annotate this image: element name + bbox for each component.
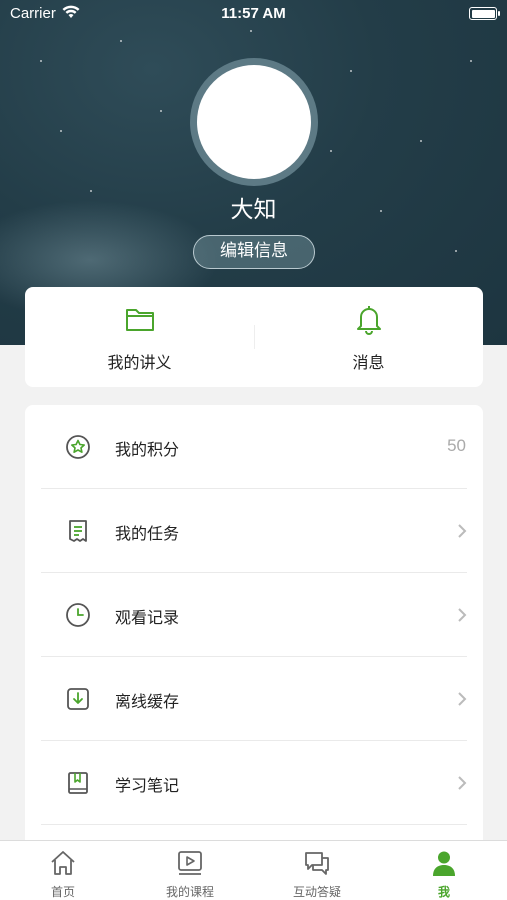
divider xyxy=(41,824,467,825)
person-icon xyxy=(433,851,455,876)
chat-icon xyxy=(305,852,329,875)
tab-label: 我 xyxy=(437,885,450,899)
quick-action-handouts[interactable]: 我的讲义 xyxy=(25,287,254,387)
quick-actions-card: 我的讲义 消息 xyxy=(25,287,483,387)
chevron-right-icon xyxy=(458,692,467,706)
menu-item-notes[interactable]: 学习笔记 xyxy=(41,741,467,825)
battery-icon xyxy=(469,7,500,20)
video-play-icon xyxy=(178,851,202,875)
menu-item-history[interactable]: 观看记录 xyxy=(41,573,467,657)
home-icon xyxy=(51,851,75,875)
tab-qa[interactable]: 互动答疑 xyxy=(254,841,380,900)
folder-icon xyxy=(126,309,154,331)
menu-item-label: 观看记录 xyxy=(115,608,180,627)
menu-item-points[interactable]: 我的积分 50 xyxy=(41,405,467,489)
tab-bar: 首页 我的课程 互动答疑 我 xyxy=(0,840,507,900)
star xyxy=(330,150,332,152)
clock-icon xyxy=(66,603,90,627)
star xyxy=(40,60,42,62)
bell-icon xyxy=(357,306,381,335)
download-icon xyxy=(67,688,89,710)
star xyxy=(455,250,457,252)
tab-label: 我的课程 xyxy=(165,885,214,899)
tab-label: 互动答疑 xyxy=(292,885,341,899)
star-badge-icon xyxy=(66,435,90,459)
chevron-right-icon xyxy=(458,608,467,622)
status-time: 11:57 AM xyxy=(221,5,286,22)
tab-home[interactable]: 首页 xyxy=(0,841,126,900)
edit-profile-button[interactable]: 编辑信息 xyxy=(193,235,315,269)
user-name: 大知 xyxy=(230,197,277,223)
status-bar: Carrier 11:57 AM xyxy=(0,0,507,28)
notebook-icon xyxy=(68,772,88,794)
tab-my-courses[interactable]: 我的课程 xyxy=(127,841,253,900)
quick-action-label: 消息 xyxy=(352,353,385,372)
points-value: 50 xyxy=(447,436,466,455)
quick-action-messages[interactable]: 消息 xyxy=(254,287,483,387)
star xyxy=(420,140,422,142)
quick-action-label: 我的讲义 xyxy=(107,353,172,372)
chevron-right-icon xyxy=(458,776,467,790)
menu-card: 我的积分 50 我的任务 观看记录 离线缓存 学习笔记 xyxy=(25,405,483,900)
tab-me[interactable]: 我 xyxy=(381,841,507,900)
star xyxy=(250,30,252,32)
chevron-right-icon xyxy=(458,524,467,538)
task-list-icon xyxy=(69,520,87,542)
menu-item-offline[interactable]: 离线缓存 xyxy=(41,657,467,741)
menu-item-tasks[interactable]: 我的任务 xyxy=(41,489,467,573)
star xyxy=(160,110,162,112)
menu-item-label: 学习笔记 xyxy=(115,776,180,795)
star xyxy=(120,40,122,42)
menu-item-label: 我的积分 xyxy=(115,440,180,459)
star xyxy=(60,130,62,132)
star xyxy=(350,70,352,72)
avatar[interactable] xyxy=(197,65,311,179)
star xyxy=(470,60,472,62)
tab-label: 首页 xyxy=(50,885,75,899)
menu-item-label: 离线缓存 xyxy=(115,692,180,711)
menu-item-label: 我的任务 xyxy=(115,524,180,543)
